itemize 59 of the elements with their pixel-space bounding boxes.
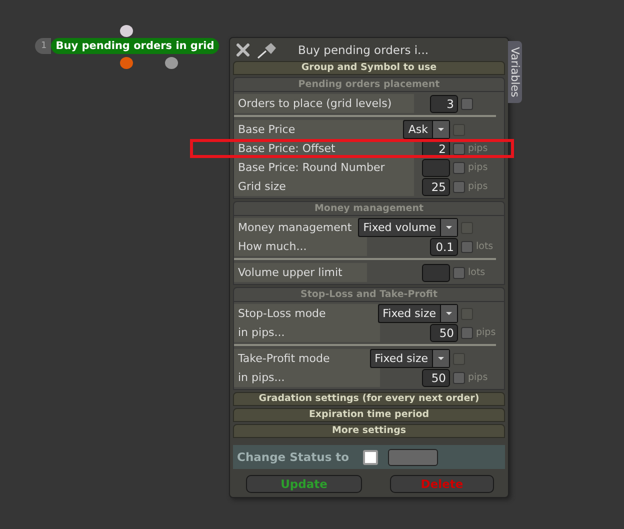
- number-field[interactable]: [422, 264, 450, 282]
- number-field[interactable]: 0.1: [430, 238, 458, 256]
- section-header[interactable]: Group and Symbol to use: [233, 61, 505, 75]
- unit-label: pips: [476, 327, 497, 338]
- dropdown[interactable]: Ask: [403, 120, 450, 139]
- number-field[interactable]: 25: [422, 178, 450, 196]
- field-label: Base Price: Round Number: [238, 161, 385, 174]
- section-header[interactable]: Expiration time period: [233, 408, 505, 422]
- number-field[interactable]: 3: [430, 94, 458, 112]
- connector-dot[interactable]: [165, 57, 178, 69]
- connector-dot[interactable]: [120, 57, 133, 69]
- field-label: How much...: [238, 240, 307, 253]
- number-field[interactable]: 50: [430, 324, 458, 342]
- update-button[interactable]: Update: [246, 475, 362, 493]
- pin-icon[interactable]: [256, 40, 278, 58]
- connector-dot[interactable]: [120, 25, 133, 37]
- close-icon[interactable]: [236, 42, 250, 56]
- node-number: 1: [35, 38, 51, 54]
- checkbox[interactable]: [453, 266, 465, 278]
- unit-label: lots: [476, 241, 494, 252]
- checkbox[interactable]: [453, 162, 465, 174]
- checkbox[interactable]: [461, 240, 473, 252]
- field-label: in pips...: [238, 326, 285, 339]
- checkbox[interactable]: [453, 142, 465, 154]
- dropdown[interactable]: Fixed size: [378, 304, 458, 323]
- checkbox[interactable]: [461, 98, 473, 110]
- caret-icon: [432, 121, 449, 138]
- variables-tab[interactable]: Variables: [508, 41, 522, 103]
- section-header[interactable]: More settings: [233, 424, 505, 438]
- caret-icon: [440, 219, 457, 236]
- field-label: Orders to place (grid levels): [238, 97, 392, 110]
- checkbox[interactable]: [453, 372, 465, 384]
- field-label: Stop-Loss mode: [238, 307, 326, 320]
- status-label: Change Status to: [237, 450, 350, 464]
- number-field[interactable]: 50: [422, 368, 450, 386]
- checkbox[interactable]: [461, 326, 473, 338]
- number-field[interactable]: [422, 158, 450, 176]
- caret-icon: [440, 305, 457, 322]
- node-title[interactable]: Buy pending orders in grid: [50, 38, 220, 54]
- unit-label: pips: [468, 162, 489, 173]
- field-label: Volume upper limit: [238, 266, 342, 279]
- unit-label: pips: [468, 181, 489, 192]
- panel-title: Buy pending orders i...: [298, 42, 429, 56]
- checkbox[interactable]: [363, 450, 378, 464]
- dropdown[interactable]: Fixed size: [370, 349, 450, 368]
- checkbox[interactable]: [453, 180, 465, 192]
- unit-label: pips: [468, 143, 489, 154]
- unit-label: lots: [468, 267, 486, 278]
- caret-icon: [432, 350, 449, 367]
- field-label: Take-Profit mode: [238, 352, 330, 365]
- dropdown[interactable]: Fixed volume: [358, 218, 458, 237]
- field-label: Money management: [238, 221, 352, 234]
- status-field[interactable]: [388, 448, 438, 466]
- field-label: in pips...: [238, 371, 285, 384]
- unit-label: pips: [468, 372, 489, 383]
- section-header[interactable]: Gradation settings (for every next order): [233, 392, 505, 406]
- field-label: Base Price: Offset: [238, 142, 336, 155]
- field-label: Grid size: [238, 180, 286, 193]
- field-label: Base Price: [238, 123, 296, 136]
